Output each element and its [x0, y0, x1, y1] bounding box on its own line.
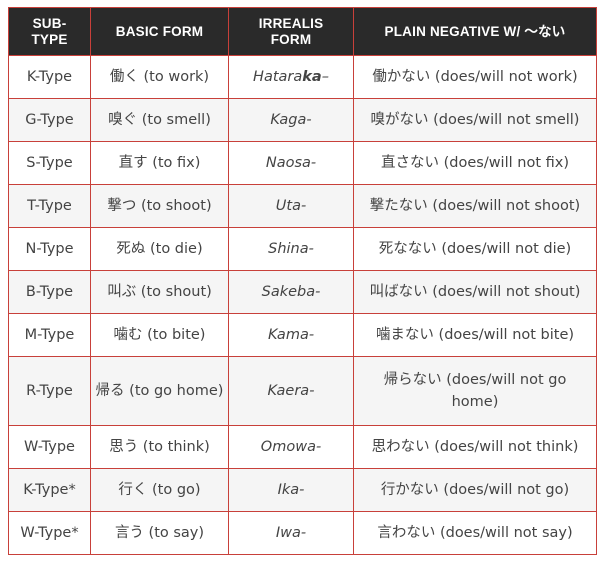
cell-basic-form: 帰る (to go home) [90, 356, 229, 426]
cell-subtype: W-Type [8, 425, 91, 469]
cell-irrealis-form: Omowa- [228, 425, 354, 469]
table-row: G-Type 嗅ぐ (to smell) Kaga- 嗅がない (does/wi… [8, 98, 597, 142]
table-row: K-Type 働く (to work) Hataraka– 働かない (does… [8, 55, 597, 99]
table-row: M-Type 噛む (to bite) Kama- 噛まない (does/wil… [8, 313, 597, 357]
cell-basic-form: 噛む (to bite) [90, 313, 229, 357]
cell-irrealis-form: Ika- [228, 468, 354, 512]
irrealis-dash: – [321, 69, 329, 85]
cell-basic-form: 死ぬ (to die) [90, 227, 229, 271]
irrealis-ending: ka [302, 69, 322, 85]
cell-irrealis-form: Kaga- [228, 98, 354, 142]
irrealis-stem: Hatara [253, 69, 303, 85]
header-subtype: SUB- TYPE [8, 7, 91, 56]
table-row: B-Type 叫ぶ (to shout) Sakeba- 叫ばない (does/… [8, 270, 597, 314]
cell-subtype: G-Type [8, 98, 91, 142]
cell-subtype: B-Type [8, 270, 91, 314]
table-header: SUB- TYPE BASIC FORM IRREALIS FORM PLAIN… [8, 7, 597, 56]
cell-basic-form: 行く (to go) [90, 468, 229, 512]
table-row: S-Type 直す (to fix) Naosa- 直さない (does/wil… [8, 141, 597, 185]
cell-plain-negative: 思わない (does/will not think) [353, 425, 597, 469]
cell-basic-form: 思う (to think) [90, 425, 229, 469]
cell-subtype: S-Type [8, 141, 91, 185]
table-row: T-Type 撃つ (to shoot) Uta- 撃たない (does/wil… [8, 184, 597, 228]
table-row: K-Type* 行く (to go) Ika- 行かない (does/will … [8, 468, 597, 512]
cell-plain-negative: 叫ばない (does/will not shout) [353, 270, 597, 314]
header-plain-negative: PLAIN NEGATIVE W/ ～ない [353, 7, 597, 56]
header-irrealis-form: IRREALIS FORM [228, 7, 354, 56]
cell-plain-negative: 帰らない (does/will not go home) [353, 356, 597, 426]
conjugation-table: SUB- TYPE BASIC FORM IRREALIS FORM PLAIN… [8, 7, 597, 555]
table-row: W-Type* 言う (to say) Iwa- 言わない (does/will… [8, 511, 597, 555]
cell-basic-form: 直す (to fix) [90, 141, 229, 185]
header-row: SUB- TYPE BASIC FORM IRREALIS FORM PLAIN… [8, 7, 597, 56]
cell-irrealis-form: Naosa- [228, 141, 354, 185]
cell-basic-form: 働く (to work) [90, 55, 229, 99]
cell-plain-negative: 死なない (does/will not die) [353, 227, 597, 271]
cell-plain-negative: 働かない (does/will not work) [353, 55, 597, 99]
cell-subtype: T-Type [8, 184, 91, 228]
table-row: N-Type 死ぬ (to die) Shina- 死なない (does/wil… [8, 227, 597, 271]
cell-irrealis-form: Shina- [228, 227, 354, 271]
cell-subtype: R-Type [8, 356, 91, 426]
cell-basic-form: 叫ぶ (to shout) [90, 270, 229, 314]
cell-irrealis-form: Hataraka– [228, 55, 354, 99]
cell-irrealis-form: Kama- [228, 313, 354, 357]
cell-irrealis-form: Iwa- [228, 511, 354, 555]
cell-subtype: K-Type [8, 55, 91, 99]
cell-subtype: K-Type* [8, 468, 91, 512]
cell-plain-negative: 嗅がない (does/will not smell) [353, 98, 597, 142]
cell-irrealis-form: Sakeba- [228, 270, 354, 314]
cell-basic-form: 嗅ぐ (to smell) [90, 98, 229, 142]
cell-plain-negative: 言わない (does/will not say) [353, 511, 597, 555]
table-row: R-Type 帰る (to go home) Kaera- 帰らない (does… [8, 356, 597, 426]
cell-plain-negative: 行かない (does/will not go) [353, 468, 597, 512]
cell-irrealis-form: Kaera- [228, 356, 354, 426]
cell-subtype: M-Type [8, 313, 91, 357]
header-basic-form: BASIC FORM [90, 7, 229, 56]
cell-irrealis-form: Uta- [228, 184, 354, 228]
cell-basic-form: 言う (to say) [90, 511, 229, 555]
cell-subtype: N-Type [8, 227, 91, 271]
cell-plain-negative: 撃たない (does/will not shoot) [353, 184, 597, 228]
cell-basic-form: 撃つ (to shoot) [90, 184, 229, 228]
table-body: K-Type 働く (to work) Hataraka– 働かない (does… [8, 55, 597, 555]
table-row: W-Type 思う (to think) Omowa- 思わない (does/w… [8, 425, 597, 469]
cell-plain-negative: 噛まない (does/will not bite) [353, 313, 597, 357]
cell-plain-negative: 直さない (does/will not fix) [353, 141, 597, 185]
cell-subtype: W-Type* [8, 511, 91, 555]
